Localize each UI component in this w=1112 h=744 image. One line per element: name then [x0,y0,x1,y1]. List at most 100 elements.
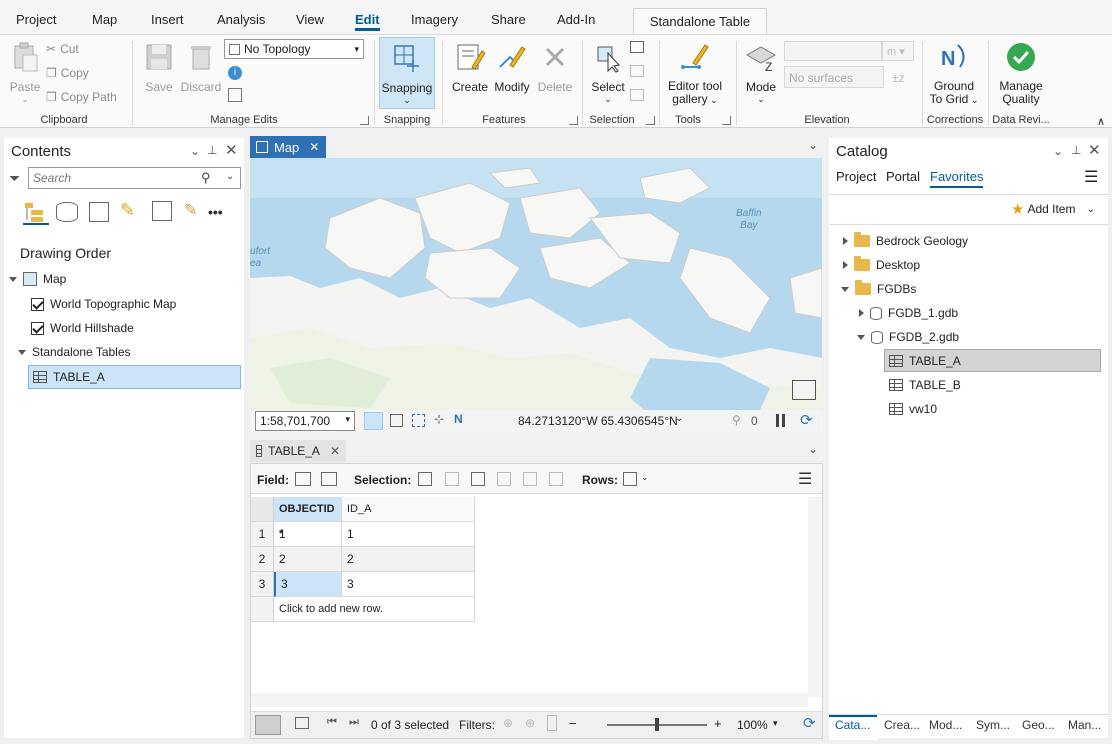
search-icon[interactable]: ⚲ [201,170,211,186]
refresh-icon[interactable]: ⟳ [800,411,813,429]
add-item-button[interactable]: ★ Add Item ⌄ [1011,200,1095,218]
tab-imagery[interactable]: Imagery [411,12,458,27]
save-button[interactable]: Save [142,41,176,94]
filter-time-icon[interactable]: ⊕ [525,716,535,730]
list-by-drawing-order-icon[interactable] [23,201,49,225]
visibility-checkbox[interactable] [31,297,44,311]
zoom-out-icon[interactable]: − [569,716,577,731]
column-header-objectid[interactable]: OBJECTID * [274,497,342,540]
crosshair-icon[interactable]: ⊹ [434,412,444,426]
add-field-icon[interactable] [295,472,311,486]
pause-icon[interactable] [776,414,785,427]
pane-options-icon[interactable]: ⌄ [1053,144,1063,158]
select-button[interactable]: Select ⌄ [588,41,628,105]
catalog-item-bedrock-geology[interactable]: Bedrock Geology [843,232,968,248]
zoom-level[interactable]: 100% [737,718,768,732]
collapse-icon[interactable] [18,349,26,355]
catalog-item-fgdb-1[interactable]: FGDB_1.gdb [859,306,958,320]
topology-dropdown[interactable]: No Topology ▾ [224,39,364,59]
catalog-item-fgdbs[interactable]: FGDBs [841,280,916,296]
contents-item-world-topographic-map[interactable]: World Topographic Map [31,297,176,311]
discard-button[interactable]: Discard [180,41,222,94]
row-header[interactable]: 2 [251,547,274,572]
tab-insert[interactable]: Insert [151,12,184,27]
filter-extent-icon[interactable]: ⊕ [503,716,513,730]
filter-range-icon[interactable] [547,715,557,731]
bottom-tab-catalog[interactable]: Cata... [835,718,870,732]
delete-button[interactable]: Delete [535,41,575,94]
ground-to-grid-status-icon[interactable]: N [454,412,463,426]
tab-edit[interactable]: Edit [355,12,380,31]
constraints-icon[interactable] [412,414,425,427]
contents-item-world-hillshade[interactable]: World Hillshade [31,321,134,335]
chevron-down-icon[interactable]: ▾ [773,718,778,729]
zoom-slider-thumb[interactable] [655,718,659,731]
row-header[interactable]: 1 [251,522,274,547]
switch-selection-icon[interactable] [471,472,485,486]
copy-button[interactable]: ❐ Copy [46,66,89,80]
catalog-item-fgdb-2[interactable]: FGDB_2.gdb [857,330,959,344]
clear-selection-icon[interactable] [497,472,511,486]
vertical-scrollbar[interactable] [808,497,822,697]
select-all-corner[interactable] [251,497,274,522]
catalog-item-desktop[interactable]: Desktop [843,256,920,272]
attributes-icon[interactable] [630,41,644,53]
chevron-down-icon[interactable]: ⌄ [808,442,818,456]
map-canvas[interactable]: Baffin Bay ufort ea [250,158,822,432]
create-button[interactable]: Create [450,41,490,94]
row-header[interactable]: 3 [251,572,274,597]
hamburger-menu-icon[interactable]: ☰ [1084,167,1098,187]
manage-quality-button[interactable]: Manage Quality [994,41,1048,106]
bottom-tab-geoprocessing[interactable]: Geo... [1022,718,1055,732]
rows-options-icon[interactable] [623,472,637,486]
visibility-checkbox[interactable] [31,321,44,335]
table-cell[interactable]: 2 [274,547,342,572]
list-by-snapping-icon[interactable] [152,201,172,221]
pane-options-icon[interactable]: ⌄ [190,144,200,158]
overview-icon[interactable] [792,380,816,400]
tab-map-view[interactable]: Map ✕ [250,136,326,158]
tab-standalone-table[interactable]: Standalone Table [633,8,767,34]
pin-icon[interactable]: ⊥ [207,143,217,157]
bottom-tab-manage[interactable]: Man... [1068,718,1101,732]
show-all-records-icon[interactable] [255,715,281,735]
tab-project[interactable]: Project [16,12,56,27]
tools-launcher[interactable] [722,116,731,125]
table-cell[interactable]: 3 [342,572,475,597]
show-selected-records-icon[interactable] [295,717,309,729]
copy-selection-icon[interactable] [549,472,563,486]
selection-launcher[interactable] [646,116,655,125]
bottom-tab-create[interactable]: Crea... [884,718,920,732]
snapping-button[interactable]: Snapping ⌄ [379,37,435,109]
catalog-item-vw10[interactable]: vw10 [889,402,937,416]
catalog-item-table-a[interactable]: TABLE_A [884,349,1101,372]
grid-icon[interactable] [390,414,403,427]
table-cell[interactable]: 2 [342,547,475,572]
last-record-icon[interactable]: ⏭ [349,716,359,729]
refresh-icon[interactable]: ⟳ [803,714,816,732]
contents-search-input[interactable] [33,170,193,186]
catalog-tab-portal[interactable]: Portal [886,169,920,184]
contents-item-map[interactable]: Map [9,272,66,286]
modify-button[interactable]: Modify [492,41,532,94]
hamburger-menu-icon[interactable]: ☰ [798,469,812,489]
elevation-value-input[interactable] [784,41,882,61]
bottom-tab-modify[interactable]: Mod... [929,718,962,732]
more-icon[interactable]: ••• [208,204,223,220]
info-icon[interactable]: i [228,66,242,80]
chevron-down-icon[interactable]: ⌄ [226,171,234,182]
bottom-tab-symbology[interactable]: Sym... [976,718,1010,732]
table-cell[interactable]: 1 [342,522,475,547]
list-by-selection-icon[interactable] [89,202,109,222]
select-by-attributes-icon[interactable] [418,472,432,486]
list-by-source-icon[interactable] [56,202,78,222]
cut-button[interactable]: ✂ Cut [46,42,79,56]
tab-table-a[interactable]: TABLE_A ✕ [250,440,346,462]
z-unit-icon[interactable]: ±z [892,71,905,85]
chevron-down-icon[interactable]: ⌄ [675,413,683,424]
collapse-icon[interactable] [841,286,849,292]
tab-map[interactable]: Map [92,12,117,27]
tab-share[interactable]: Share [491,12,526,27]
manage-edits-launcher[interactable] [360,116,369,125]
delete-selection-icon[interactable] [523,472,537,486]
